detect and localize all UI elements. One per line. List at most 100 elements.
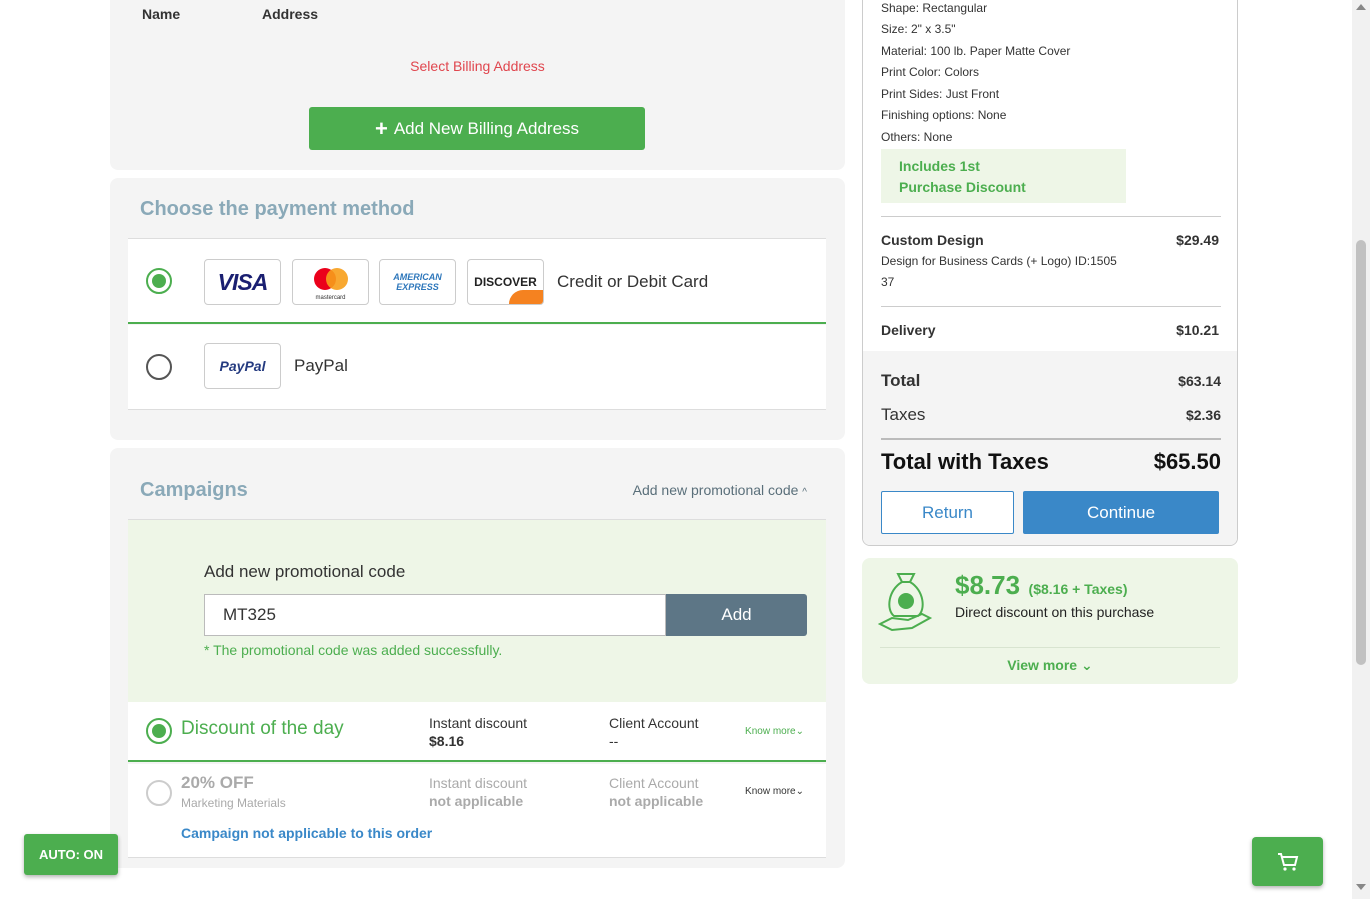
custom-design-label: Custom Design — [881, 232, 984, 248]
custom-design-description-cont: 37 — [881, 275, 895, 289]
paypal-radio[interactable] — [146, 354, 172, 380]
spec-print-sides: Print Sides: Just Front — [881, 87, 1000, 101]
return-button[interactable]: Return — [881, 491, 1014, 534]
mastercard-circles — [313, 268, 348, 290]
promo-code-title: Add new promotional code — [204, 562, 406, 581]
campaign-row-20-off[interactable]: 20% OFF Marketing Materials Instant disc… — [128, 764, 826, 858]
spec-finishing: Finishing options: None — [881, 108, 1007, 122]
discount-amount: $8.73 — [955, 570, 1021, 600]
discount-amount-line: $8.73 ($8.16 + Taxes) — [955, 570, 1128, 601]
amex-logo-icon: AMERICAN EXPRESS — [379, 259, 456, 305]
instant-discount-value: not applicable — [429, 793, 524, 809]
discover-logo-icon: DISCOVER — [467, 259, 544, 305]
know-more-link[interactable]: Know more⌄ — [745, 786, 804, 797]
spec-size: Size: 2" x 3.5" — [881, 22, 956, 36]
discount-badge-line-1: Includes 1st — [899, 158, 980, 174]
checkout-page: Name Address Select Billing Address + Ad… — [0, 0, 1370, 899]
scroll-down-arrow-icon[interactable] — [1356, 884, 1366, 890]
total-label: Total — [881, 371, 921, 390]
direct-discount-card: $8.73 ($8.16 + Taxes) Direct discount on… — [862, 558, 1238, 684]
mastercard-logo-icon: mastercard — [292, 259, 369, 305]
chevron-down-icon: ⌄ — [795, 726, 804, 737]
divider — [881, 438, 1221, 440]
taxes-value: $2.36 — [1185, 407, 1221, 423]
divider — [881, 216, 1221, 217]
select-billing-address-message: Select Billing Address — [410, 58, 545, 74]
spec-material: Material: 100 lb. Paper Matte Cover — [881, 44, 1071, 58]
client-account-label: Client Account — [609, 775, 699, 791]
payment-option-paypal[interactable]: PayPal PayPal — [128, 325, 826, 410]
spec-print-color: Print Color: Colors — [881, 65, 980, 79]
campaign-row-discount-of-day[interactable]: Discount of the day Instant discount $8.… — [128, 702, 826, 762]
discover-logo-text: DISCOVER — [474, 275, 537, 289]
promo-success-message: * The promotional code was added success… — [204, 642, 503, 658]
client-account-value: not applicable — [609, 793, 704, 809]
promo-code-input[interactable]: MT325 — [204, 594, 666, 636]
view-more-label: View more — [1007, 657, 1078, 673]
visa-logo-icon: VISA — [204, 259, 281, 305]
discount-description: Direct discount on this purchase — [955, 604, 1155, 620]
divider — [881, 306, 1221, 307]
scroll-up-arrow-icon[interactable] — [1356, 4, 1366, 10]
discount-badge-line-2: Purchase Discount — [899, 179, 1026, 195]
delivery-label: Delivery — [881, 322, 936, 338]
promo-code-toggle-label: Add new promotional code — [632, 482, 799, 498]
campaign-subtitle: Marketing Materials — [181, 796, 286, 810]
payment-method-panel: Choose the payment method VISA mastercar… — [110, 178, 845, 440]
cart-button[interactable] — [1252, 837, 1323, 886]
column-name-header: Name — [142, 6, 181, 22]
cart-icon — [1277, 852, 1298, 871]
chevron-up-icon: ^ — [802, 487, 807, 498]
know-more-link[interactable]: Know more⌄ — [745, 726, 804, 737]
view-more-link[interactable]: View more ⌄ — [862, 657, 1238, 674]
chevron-down-icon: ⌄ — [795, 786, 804, 797]
scroll-thumb[interactable] — [1356, 240, 1366, 665]
know-more-label: Know more — [745, 786, 796, 797]
campaign-name: Discount of the day — [181, 718, 344, 739]
client-account-label: Client Account — [609, 715, 699, 731]
card-radio[interactable] — [146, 268, 172, 294]
promo-add-button[interactable]: Add — [666, 594, 807, 636]
custom-design-description: Design for Business Cards (+ Logo) ID:15… — [881, 254, 1117, 268]
taxes-label: Taxes — [881, 405, 926, 424]
discover-swoosh — [509, 290, 543, 304]
amex-logo-text: AMERICAN EXPRESS — [393, 272, 442, 292]
total-with-taxes-value: $65.50 — [1153, 449, 1221, 474]
chevron-down-icon: ⌄ — [1080, 657, 1093, 673]
card-option-label[interactable]: Credit or Debit Card — [557, 272, 708, 292]
custom-design-price: $29.49 — [1176, 232, 1219, 248]
know-more-label: Know more — [745, 726, 796, 737]
add-billing-address-label: Add New Billing Address — [393, 118, 580, 138]
payment-option-card[interactable]: VISA mastercard AMERICAN EXPRESS DISCOVE… — [128, 238, 826, 324]
instant-discount-label: Instant discount — [429, 715, 528, 731]
discount-amount-detail: ($8.16 + Taxes) — [1028, 581, 1128, 597]
money-bag-hand-icon — [878, 573, 933, 632]
campaigns-panel: Campaigns Add new promotional code ^ Add… — [110, 448, 845, 868]
column-address-header: Address — [262, 6, 319, 22]
spec-shape: Shape: Rectangular — [881, 1, 988, 15]
campaign-radio-20-off[interactable] — [146, 780, 172, 806]
campaign-not-applicable-note: Campaign not applicable to this order — [181, 825, 433, 841]
page-scrollbar[interactable] — [1352, 0, 1370, 899]
paypal-logo-icon: PayPal — [204, 343, 281, 389]
continue-button[interactable]: Continue — [1023, 491, 1219, 534]
campaigns-title: Campaigns — [140, 479, 248, 501]
payment-method-title: Choose the payment method — [140, 198, 415, 220]
order-summary-card: Shape: Rectangular Size: 2" x 3.5" Mater… — [862, 0, 1238, 546]
promo-code-toggle[interactable]: Add new promotional code ^ — [633, 482, 807, 498]
plus-icon: + — [374, 115, 388, 141]
campaign-radio-discount-of-day[interactable] — [146, 718, 172, 744]
billing-address-panel: Name Address Select Billing Address + Ad… — [110, 0, 845, 170]
divider — [880, 647, 1220, 648]
visa-logo-text: VISA — [217, 268, 269, 295]
mastercard-logo-text: mastercard — [315, 295, 346, 301]
instant-discount-label: Instant discount — [429, 775, 528, 791]
instant-discount-value: $8.16 — [429, 733, 465, 749]
total-with-taxes-label: Total with Taxes — [881, 449, 1049, 474]
first-purchase-discount-badge: Includes 1st Purchase Discount — [881, 149, 1126, 203]
auto-toggle-button[interactable]: AUTO: ON — [24, 834, 118, 875]
spec-others: Others: None — [881, 130, 953, 144]
delivery-price: $10.21 — [1176, 322, 1219, 338]
add-billing-address-button[interactable]: + Add New Billing Address — [309, 107, 645, 150]
paypal-option-label[interactable]: PayPal — [294, 356, 348, 376]
